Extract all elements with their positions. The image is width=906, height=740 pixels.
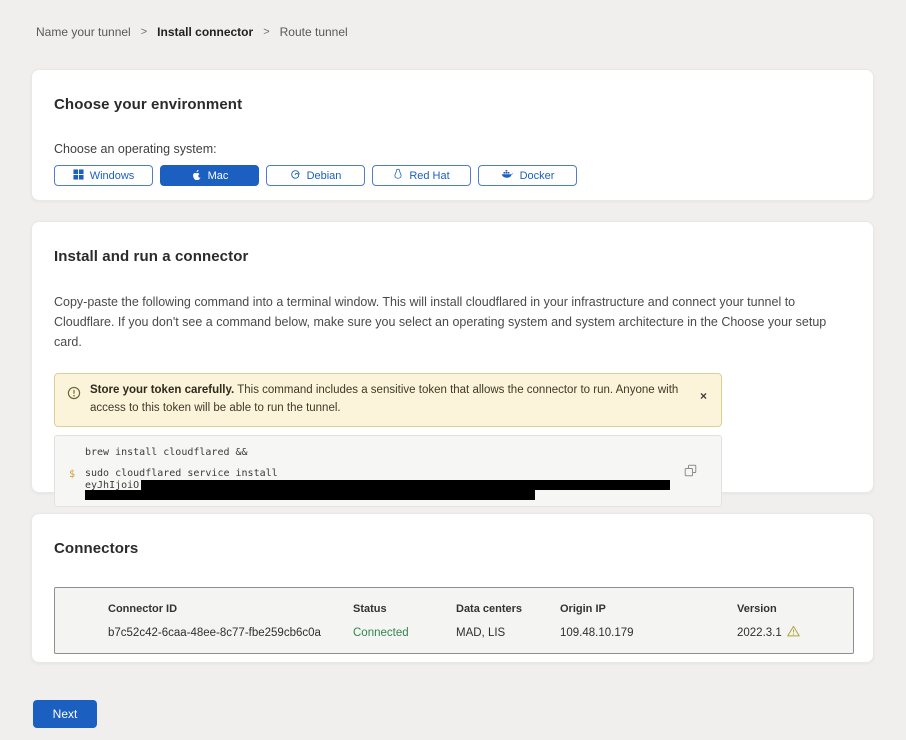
- choose-environment-card: Choose your environment Choose an operat…: [31, 69, 874, 201]
- next-button[interactable]: Next: [33, 700, 97, 728]
- terminal-prompt: $: [69, 469, 75, 480]
- data-centers-value: MAD, LIS: [456, 627, 560, 639]
- choose-environment-title: Choose your environment: [54, 96, 851, 113]
- col-connector-id: Connector ID: [108, 603, 353, 615]
- col-origin-ip: Origin IP: [560, 603, 737, 615]
- token-prefix: eyJhIjoiO: [85, 480, 139, 491]
- os-button-label: Docker: [520, 170, 555, 182]
- redaction-bar: [141, 480, 670, 490]
- os-button-debian[interactable]: Debian: [266, 165, 365, 186]
- token-warning-text: Store your token carefully. This command…: [90, 382, 685, 418]
- install-command-block[interactable]: $ brew install cloudflared && sudo cloud…: [54, 435, 722, 507]
- version-value: 2022.3.1: [737, 625, 853, 640]
- connectors-title: Connectors: [54, 540, 851, 557]
- version-number: 2022.3.1: [737, 627, 782, 639]
- col-status: Status: [353, 603, 456, 615]
- connectors-table-header: Connector ID Status Data centers Origin …: [108, 603, 853, 615]
- os-button-group: Windows Mac Debian Red Hat: [54, 165, 851, 186]
- tunnel-setup-page: Name your tunnel > Install connector > R…: [0, 0, 906, 740]
- install-connector-title: Install and run a connector: [54, 248, 851, 265]
- os-button-label: Red Hat: [409, 170, 449, 182]
- breadcrumb-route-tunnel[interactable]: Route tunnel: [280, 25, 348, 39]
- os-button-redhat[interactable]: Red Hat: [372, 165, 471, 186]
- origin-ip-value: 109.48.10.179: [560, 627, 737, 639]
- breadcrumb: Name your tunnel > Install connector > R…: [0, 0, 906, 39]
- install-connector-card: Install and run a connector Copy-paste t…: [31, 221, 874, 493]
- breadcrumb-install-connector[interactable]: Install connector: [157, 25, 253, 39]
- version-warning-icon[interactable]: [787, 625, 800, 640]
- connector-id-value: b7c52c42-6caa-48ee-8c77-fbe259cb6c0a: [108, 627, 353, 639]
- connector-row: b7c52c42-6caa-48ee-8c77-fbe259cb6c0a Con…: [108, 625, 853, 640]
- col-data-centers: Data centers: [456, 603, 560, 615]
- command-line-1: brew install cloudflared &&: [85, 448, 721, 459]
- breadcrumb-separator: >: [141, 26, 147, 38]
- connectors-card: Connectors Connector ID Status Data cent…: [31, 513, 874, 663]
- close-icon[interactable]: ×: [700, 390, 707, 402]
- breadcrumb-name-your-tunnel[interactable]: Name your tunnel: [36, 25, 131, 39]
- command-line-2: sudo cloudflared service install: [85, 469, 721, 480]
- command-token-line-2: [85, 490, 721, 501]
- command-token-line: eyJhIjoiO: [85, 480, 721, 491]
- col-version: Version: [737, 603, 853, 615]
- alert-circle-icon: [67, 386, 81, 405]
- redhat-penguin-icon: [393, 168, 403, 183]
- os-button-label: Mac: [208, 170, 229, 182]
- os-button-windows[interactable]: Windows: [54, 165, 153, 186]
- os-select-label: Choose an operating system:: [54, 142, 851, 156]
- connectors-table: Connector ID Status Data centers Origin …: [54, 587, 854, 654]
- redaction-bar: [85, 490, 535, 500]
- token-warning-banner: Store your token carefully. This command…: [54, 373, 722, 427]
- windows-logo-icon: [73, 169, 84, 183]
- docker-whale-icon: [501, 169, 514, 182]
- os-button-label: Windows: [90, 170, 135, 182]
- token-warning-title: Store your token carefully.: [90, 384, 234, 396]
- apple-logo-icon: [191, 168, 202, 184]
- install-connector-description: Copy-paste the following command into a …: [54, 292, 851, 352]
- debian-swirl-icon: [290, 169, 301, 183]
- breadcrumb-separator: >: [263, 26, 269, 38]
- copy-command-button[interactable]: [684, 464, 697, 480]
- os-button-label: Debian: [307, 170, 342, 182]
- os-button-mac[interactable]: Mac: [160, 165, 259, 186]
- os-button-docker[interactable]: Docker: [478, 165, 577, 186]
- status-badge: Connected: [353, 627, 456, 639]
